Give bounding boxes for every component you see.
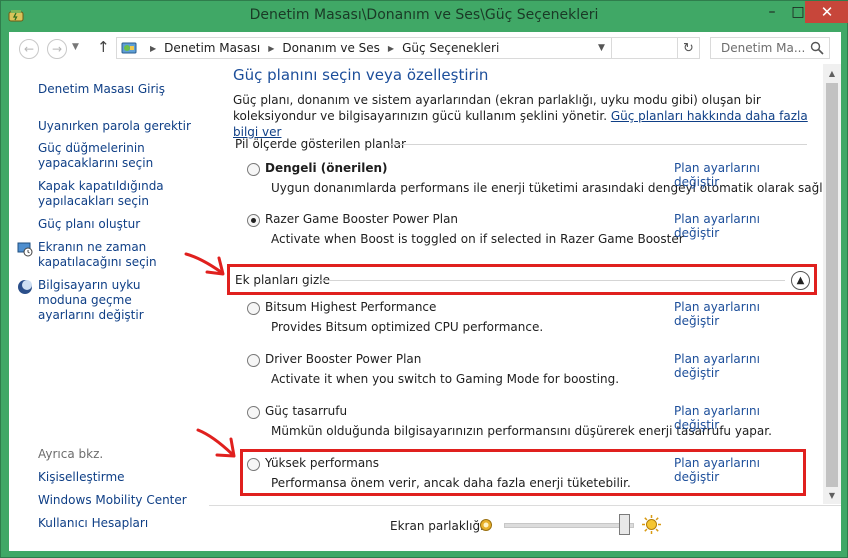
- breadcrumb-item-power-options[interactable]: Güç Seçenekleri: [402, 41, 499, 55]
- sidebar-item-power-buttons[interactable]: Güç düğmelerinin yapacaklarını seçin: [38, 141, 168, 171]
- task-pane: Denetim Masası Giriş Uyanırken parola ge…: [9, 64, 209, 551]
- change-plan-settings-link[interactable]: Plan ayarlarını değiştir: [674, 300, 807, 328]
- search-placeholder: Denetim Ma...: [721, 41, 806, 55]
- plan-radio-selected[interactable]: [247, 214, 260, 227]
- display-timer-icon: [17, 242, 33, 257]
- sidebar-item-mobility-center[interactable]: Windows Mobility Center: [38, 493, 187, 508]
- content-area: Denetim Masası Giriş Uyanırken parola ge…: [9, 64, 841, 551]
- chevron-up-icon: ▲: [828, 68, 836, 78]
- brightness-label: Ekran parlaklığı:: [390, 519, 488, 533]
- annotation-arrow-icon: [196, 428, 236, 458]
- chevron-down-icon: ▼: [72, 42, 79, 52]
- plan-name[interactable]: Razer Game Booster Power Plan: [265, 212, 458, 226]
- plan-radio[interactable]: [247, 302, 260, 315]
- battery-meter-plans-heading: Pil ölçerde gösterilen planlar: [235, 137, 406, 151]
- breadcrumb-item-hardware-sound[interactable]: Donanım ve Ses: [282, 41, 380, 55]
- up-button[interactable]: ↑: [97, 38, 110, 56]
- change-plan-settings-link[interactable]: Plan ayarlarını değiştir: [674, 212, 807, 240]
- arrow-up-icon: ↑: [97, 38, 110, 56]
- sidebar-item-control-panel-home[interactable]: Denetim Masası Giriş: [38, 82, 198, 97]
- search-icon: [810, 41, 824, 55]
- sidebar-item-create-plan[interactable]: Güç planı oluştur: [38, 217, 198, 232]
- plan-name[interactable]: Dengeli (önerilen): [265, 161, 388, 175]
- window-title: Denetim Masası\Donanım ve Ses\Güç Seçene…: [249, 7, 599, 23]
- plan-radio[interactable]: [247, 354, 260, 367]
- control-panel-icon: [121, 42, 137, 54]
- page-title: Güç planını seçin veya özelleştirin: [233, 66, 489, 84]
- vertical-scrollbar[interactable]: ▲ ▼: [823, 64, 841, 504]
- plan-power-saver: Güç tasarrufu Mümkün olduğunda bilgisaya…: [247, 404, 807, 444]
- refresh-button[interactable]: ↻: [678, 37, 700, 59]
- close-button[interactable]: ✕: [805, 1, 848, 23]
- sidebar-item-lid-close[interactable]: Kapak kapatıldığında yapılacakları seçin: [38, 179, 168, 209]
- see-also-heading: Ayrıca bkz.: [38, 447, 104, 461]
- brightness-slider-thumb[interactable]: [618, 514, 630, 535]
- recent-locations-dropdown[interactable]: ▼: [72, 42, 79, 52]
- plan-description: Provides Bitsum optimized CPU performanc…: [271, 320, 544, 334]
- intro-text: Güç planı, donanım ve sistem ayarlarında…: [233, 92, 808, 140]
- breadcrumb-item-control-panel[interactable]: Denetim Masası: [164, 41, 260, 55]
- arrow-left-icon: ←: [23, 42, 35, 56]
- scroll-thumb[interactable]: [826, 83, 838, 487]
- plan-description: Activate when Boost is toggled on if sel…: [271, 232, 684, 246]
- title-bar[interactable]: Denetim Masası\Donanım ve Ses\Güç Seçene…: [1, 1, 848, 32]
- back-button[interactable]: ←: [19, 39, 39, 59]
- address-toolbar: ← → ▼ ↑ ▶ Denetim Masası ▶ Donanım ve Se…: [9, 32, 841, 64]
- scroll-down-button[interactable]: ▼: [823, 486, 841, 504]
- plan-balanced: Dengeli (önerilen) Uygun donanımlarda pe…: [247, 161, 823, 201]
- chevron-right-icon: ▶: [387, 43, 395, 53]
- plan-razer-game-booster: Razer Game Booster Power Plan Activate w…: [247, 212, 807, 252]
- sidebar-item-personalization[interactable]: Kişiselleştirme: [38, 470, 125, 485]
- sidebar-item-display-off[interactable]: Ekranın ne zaman kapatılacağını seçin: [38, 240, 168, 270]
- plan-description: Activate it when you switch to Gaming Mo…: [271, 372, 620, 386]
- forward-button[interactable]: →: [47, 39, 67, 59]
- sidebar-item-sleep-settings[interactable]: Bilgisayarın uyku moduna geçme ayarların…: [38, 278, 188, 323]
- plan-name[interactable]: Güç tasarrufu: [265, 404, 347, 418]
- search-input[interactable]: Denetim Ma...: [710, 37, 830, 59]
- brightness-low-icon: [480, 519, 492, 531]
- sidebar-item-user-accounts[interactable]: Kullanıcı Hesapları: [38, 516, 148, 531]
- change-plan-settings-link[interactable]: Plan ayarlarını değiştir: [674, 404, 807, 432]
- annotation-box-hide-plans: [227, 264, 817, 295]
- minimize-button[interactable]: –: [758, 1, 786, 23]
- change-plan-settings-link[interactable]: Plan ayarlarını değiştir: [674, 161, 807, 189]
- divider: [389, 144, 807, 145]
- plan-radio[interactable]: [247, 406, 260, 419]
- plan-name[interactable]: Driver Booster Power Plan: [265, 352, 421, 366]
- arrow-right-icon: →: [51, 42, 63, 56]
- chevron-right-icon: ▶: [150, 43, 157, 53]
- brightness-high-icon: [642, 515, 661, 534]
- refresh-icon: ↻: [683, 40, 694, 56]
- scroll-up-button[interactable]: ▲: [823, 64, 841, 82]
- chevron-down-icon: ▼: [598, 43, 605, 53]
- change-plan-settings-link[interactable]: Plan ayarlarını değiştir: [674, 352, 807, 380]
- plan-bitsum-highest: Bitsum Highest Performance Provides Bits…: [247, 300, 807, 340]
- annotation-arrow-icon: [184, 252, 225, 276]
- brightness-bar: Ekran parlaklığı:: [209, 505, 841, 551]
- chevron-down-icon: ▼: [828, 490, 836, 500]
- window: Denetim Masası\Donanım ve Ses\Güç Seçene…: [0, 0, 848, 558]
- chevron-right-icon: ▶: [268, 43, 275, 53]
- plan-name[interactable]: Bitsum Highest Performance: [265, 300, 436, 314]
- sidebar-item-require-password[interactable]: Uyanırken parola gerektir: [38, 119, 198, 134]
- plan-driver-booster: Driver Booster Power Plan Activate it wh…: [247, 352, 807, 392]
- brightness-slider-track[interactable]: [504, 523, 634, 528]
- plan-radio[interactable]: [247, 163, 260, 176]
- annotation-box-high-performance: [240, 449, 806, 496]
- address-dropdown[interactable]: ▼: [592, 37, 612, 59]
- sleep-moon-icon: [18, 280, 32, 294]
